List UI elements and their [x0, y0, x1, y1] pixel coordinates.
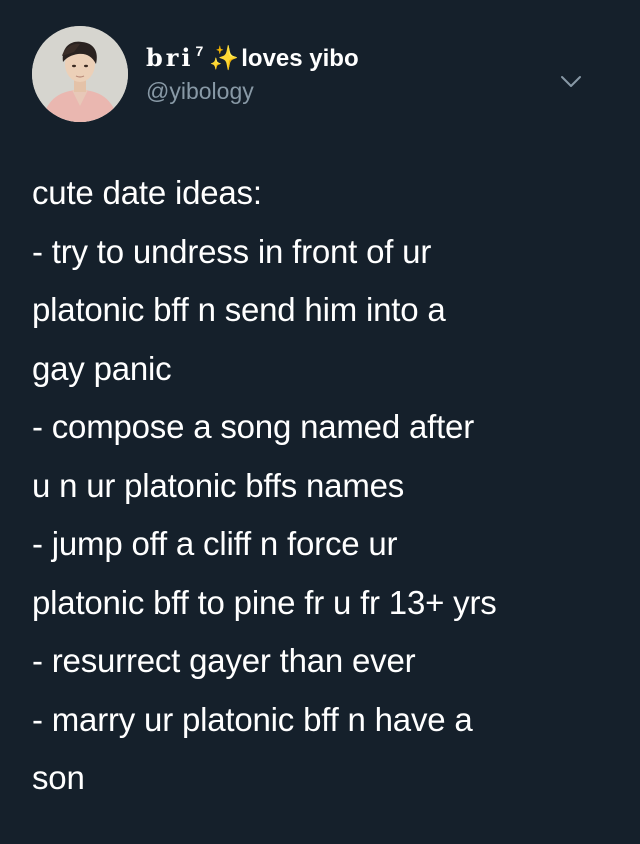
display-name-text: loves yibo	[241, 45, 359, 72]
sparkles-icon: ✨	[209, 45, 240, 72]
tweet-line: u n ur platonic bffs names	[32, 466, 405, 504]
display-name[interactable]: bri 7 ✨loves yibo	[146, 36, 359, 74]
display-name-stylized: bri	[146, 43, 194, 72]
tweet-line: - resurrect gayer than ever	[32, 642, 416, 679]
tweet-line: gay panic	[32, 349, 172, 387]
avatar[interactable]	[32, 26, 128, 122]
author-names: bri 7 ✨loves yibo @yibology	[146, 36, 359, 106]
tweet-header: bri 7 ✨loves yibo @yibology	[32, 26, 612, 122]
tweet-line: cute date ideas:	[32, 174, 262, 211]
profile-photo-icon	[32, 26, 128, 122]
user-handle[interactable]: @yibology	[146, 76, 359, 106]
tweet-line: - compose a song named after	[32, 408, 474, 445]
tweet-line: platonic bff n send him into a	[32, 291, 446, 328]
tweet-line: - marry ur platonic bff n have a	[32, 700, 473, 738]
chevron-down-icon[interactable]	[560, 74, 582, 90]
tweet-line: platonic bff to pine fr u fr 13+ yrs	[32, 583, 497, 621]
tweet-line: son	[32, 759, 85, 796]
tweet: bri 7 ✨loves yibo @yibology cute date idea…	[0, 0, 640, 844]
tweet-line: - try to undress in front of ur	[32, 232, 432, 270]
display-name-superscript: 7	[195, 43, 204, 59]
tweet-line: - jump off a cliff n force ur	[32, 525, 398, 562]
tweet-text: cute date ideas: - try to undress in fro…	[32, 164, 622, 808]
